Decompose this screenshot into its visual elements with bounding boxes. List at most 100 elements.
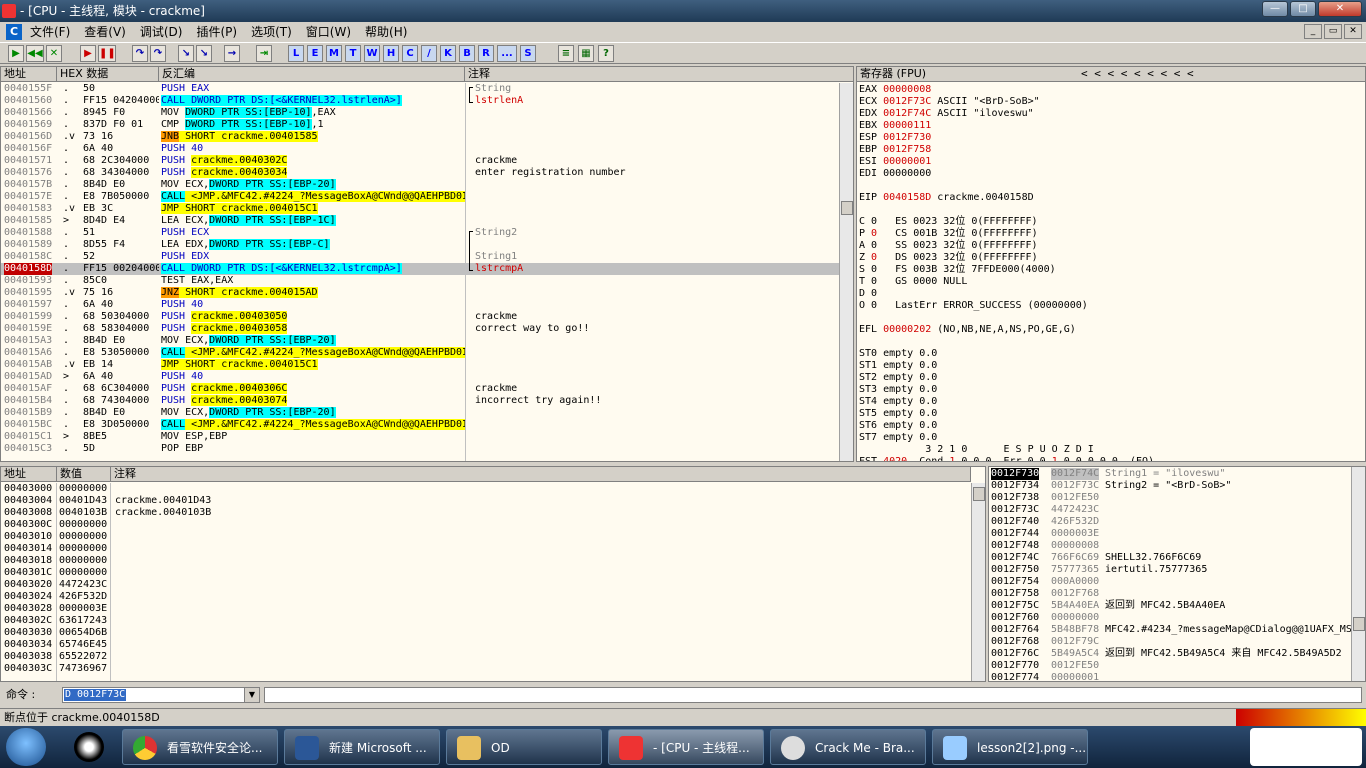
stack-scroll-thumb[interactable] — [1353, 617, 1365, 631]
open-icon[interactable]: ▶ — [8, 45, 24, 62]
register-line[interactable]: ST0 empty 0.0 — [859, 348, 1359, 360]
disasm-row[interactable]: 004015AF. 68 6C304000 PUSH crackme.0040306… — [1, 383, 839, 395]
dump-row[interactable]: 00403014 00000000 — [1, 543, 969, 555]
col-header-disasm[interactable]: 反汇编 — [159, 67, 465, 82]
register-line[interactable]: ST1 empty 0.0 — [859, 360, 1359, 372]
disasm-row[interactable]: 00401583 .v EB 3C JMP SHORT crackme.004015C… — [1, 203, 839, 215]
disasm-row[interactable]: 00401595 .v 75 16 JNZ SHORT crackme.004015A… — [1, 287, 839, 299]
disasm-row[interactable]: 004015A3. 8B4D E0 MOV ECX,DWORD PTR SS:[EB… — [1, 335, 839, 347]
disasm-row[interactable]: 00401585 >8D4D E4 LEA ECX,DWORD PTR SS:[EB… — [1, 215, 839, 227]
task-word[interactable]: 新建 Microsoft ... — [284, 729, 440, 765]
disasm-row[interactable]: 0040156D .v 73 16 JNB SHORT crackme.0040158… — [1, 131, 839, 143]
disasm-row[interactable]: 00401593. 85C0 TEST EAX,EAX — [1, 275, 839, 287]
disasm-row[interactable]: 0040158D. FF15 00204000 CALL DWORD PTR DS:… — [1, 263, 839, 275]
terminate-icon[interactable]: ✕ — [46, 45, 62, 62]
register-line[interactable]: ST2 empty 0.0 — [859, 372, 1359, 384]
register-line[interactable]: D 0 — [859, 288, 1359, 300]
registers-header[interactable]: 寄存器 (FPU) < < < < < < < < < — [857, 67, 1365, 82]
stack-row[interactable]: 0012F76C 5B49A5C4 返回到 MFC42.5B49A5C4 来自 MF… — [989, 648, 1351, 660]
menu-debug[interactable]: 调试(D) — [140, 22, 183, 42]
register-line[interactable]: ST5 empty 0.0 — [859, 408, 1359, 420]
stack-pane[interactable]: 0012F730 0012F74C String1 = "iloveswu" 0012… — [988, 466, 1366, 682]
trace-into-icon[interactable]: ↘ — [178, 45, 194, 62]
register-line[interactable]: EBP 0012F758 — [859, 144, 1359, 156]
dump-row[interactable]: 00403030 00654D6B — [1, 627, 969, 639]
register-line[interactable]: EBX 00000111 — [859, 120, 1359, 132]
register-line[interactable]: EFL 00000202 (NO,NB,NE,A,NS,PO,GE,G) — [859, 324, 1359, 336]
register-line[interactable]: A 0 SS 0023 32位 0(FFFFFFFF) — [859, 240, 1359, 252]
disasm-row[interactable]: 004015A6. E8 53050000 CALL <JMP.&MFC42.#42… — [1, 347, 839, 359]
windows-window-button[interactable]: W — [364, 45, 380, 62]
disasm-row[interactable]: 00401599. 68 50304000 PUSH crackme.0040305… — [1, 311, 839, 323]
dump-col-header-address[interactable]: 地址 — [1, 467, 57, 482]
dump-row[interactable]: 00403008 0040103B crackme.0040103B — [1, 507, 969, 519]
register-line[interactable]: ESI 00000001 — [859, 156, 1359, 168]
dump-row[interactable]: 0040302C 63617243 — [1, 615, 969, 627]
stack-row[interactable]: 0012F774 00000001 — [989, 672, 1351, 681]
restart-icon[interactable]: ◀◀ — [26, 45, 44, 62]
disasm-row[interactable]: 0040155F. 50 PUSH EAX String — [1, 83, 839, 95]
register-line[interactable]: EAX 00000008 — [859, 84, 1359, 96]
dump-row[interactable]: 00403004 00401D43 crackme.00401D43 — [1, 495, 969, 507]
dump-row[interactable]: 00403038 65522072 — [1, 651, 969, 663]
handles-window-button[interactable]: H — [383, 45, 399, 62]
register-line[interactable]: ST6 empty 0.0 — [859, 420, 1359, 432]
dump-col-header-comment[interactable]: 注释 — [111, 467, 971, 482]
stack-row[interactable]: 0012F744 0000003E — [989, 528, 1351, 540]
task-ollydbg[interactable]: - [CPU - 主线程... — [608, 729, 764, 765]
modules-window-button[interactable]: E — [307, 45, 323, 62]
command-combobox[interactable]: D 0012F73C ▼ — [62, 687, 260, 703]
menu-help[interactable]: 帮助(H) — [365, 22, 407, 42]
disassembly-pane[interactable]: 地址 HEX 数据 反汇编 注释 0040155F. 50 PUSH EAX Stri… — [0, 66, 854, 462]
references-window-button[interactable]: R — [478, 45, 494, 62]
dump-row[interactable]: 0040303C 74736967 — [1, 663, 969, 675]
menu-view[interactable]: 查看(V) — [84, 22, 126, 42]
patches-window-button[interactable]: / — [421, 45, 437, 62]
memory-window-button[interactable]: M — [326, 45, 342, 62]
threads-window-button[interactable]: T — [345, 45, 361, 62]
dump-row[interactable]: 00403028 0000003E — [1, 603, 969, 615]
disasm-row[interactable]: 00401566. 8945 F0 MOV DWORD PTR SS:[EBP-10… — [1, 107, 839, 119]
dump-row[interactable]: 0040301C 00000000 — [1, 567, 969, 579]
menu-window[interactable]: 窗口(W) — [306, 22, 351, 42]
stack-row[interactable]: 0012F770 0012FE50 — [989, 660, 1351, 672]
step-into-icon[interactable]: ↷ — [132, 45, 148, 62]
register-nav-arrows[interactable]: < < < < < < < < < — [1081, 67, 1194, 81]
disasm-row[interactable]: 00401597. 6A 40 PUSH 40 — [1, 299, 839, 311]
stack-row[interactable]: 0012F768 0012F79C — [989, 636, 1351, 648]
options-grid-icon[interactable]: ▦ — [578, 45, 594, 62]
register-line[interactable]: EIP 0040158D crackme.0040158D — [859, 192, 1359, 204]
disasm-row[interactable]: 00401589. 8D55 F4 LEA EDX,DWORD PTR SS:[EB… — [1, 239, 839, 251]
source-window-button[interactable]: S — [520, 45, 536, 62]
disasm-row[interactable]: 0040157B. 8B4D E0 MOV ECX,DWORD PTR SS:[EB… — [1, 179, 839, 191]
disasm-row[interactable]: 004015AB .v EB 14 JMP SHORT crackme.004015C… — [1, 359, 839, 371]
disasm-row[interactable]: 0040159E. 68 58304000 PUSH crackme.0040305… — [1, 323, 839, 335]
mdi-close-button[interactable]: ✕ — [1344, 24, 1362, 39]
menu-file[interactable]: 文件(F) — [30, 22, 70, 42]
dump-row[interactable]: 00403018 00000000 — [1, 555, 969, 567]
stack-row[interactable]: 0012F74C 766F6C69 SHELL32.766F6C69 — [989, 552, 1351, 564]
disasm-row[interactable]: 00401569. 837D F0 01 CMP DWORD PTR SS:[EBP… — [1, 119, 839, 131]
callstack-window-button[interactable]: K — [440, 45, 456, 62]
disasm-row[interactable]: 004015C3. 5D POP EBP — [1, 443, 839, 455]
run-icon[interactable]: ▶ — [80, 45, 96, 62]
register-line[interactable]: ESP 0012F730 — [859, 132, 1359, 144]
stack-row[interactable]: 0012F730 0012F74C String1 = "iloveswu" — [989, 468, 1351, 480]
menu-options[interactable]: 选项(T) — [251, 22, 292, 42]
register-line[interactable]: ST3 empty 0.0 — [859, 384, 1359, 396]
pause-icon[interactable]: ❚❚ — [98, 45, 116, 62]
maximize-button[interactable]: □ — [1290, 1, 1316, 17]
dump-row[interactable]: 00403000 00000000 — [1, 483, 969, 495]
mdi-restore-button[interactable]: ▭ — [1324, 24, 1342, 39]
stack-row[interactable]: 0012F750 75777365 iertutil.75777365 — [989, 564, 1351, 576]
stack-row[interactable]: 0012F738 0012FE50 — [989, 492, 1351, 504]
help-icon[interactable]: ? — [598, 45, 614, 62]
disasm-row[interactable]: 00401576. 68 34304000 PUSH crackme.0040303… — [1, 167, 839, 179]
stack-row[interactable]: 0012F764 5B48BF78 MFC42.#4234_?messageMap@… — [989, 624, 1351, 636]
register-line[interactable]: 3 2 1 0 E S P U O Z D I — [859, 444, 1359, 456]
register-line[interactable]: EDX 0012F74C ASCII "iloveswu" — [859, 108, 1359, 120]
register-line[interactable]: ECX 0012F73C ASCII "<BrD-SoB>" — [859, 96, 1359, 108]
task-folder[interactable]: OD — [446, 729, 602, 765]
col-header-address[interactable]: 地址 — [1, 67, 57, 82]
disasm-row[interactable]: 0040158C. 52 PUSH EDX String1 — [1, 251, 839, 263]
